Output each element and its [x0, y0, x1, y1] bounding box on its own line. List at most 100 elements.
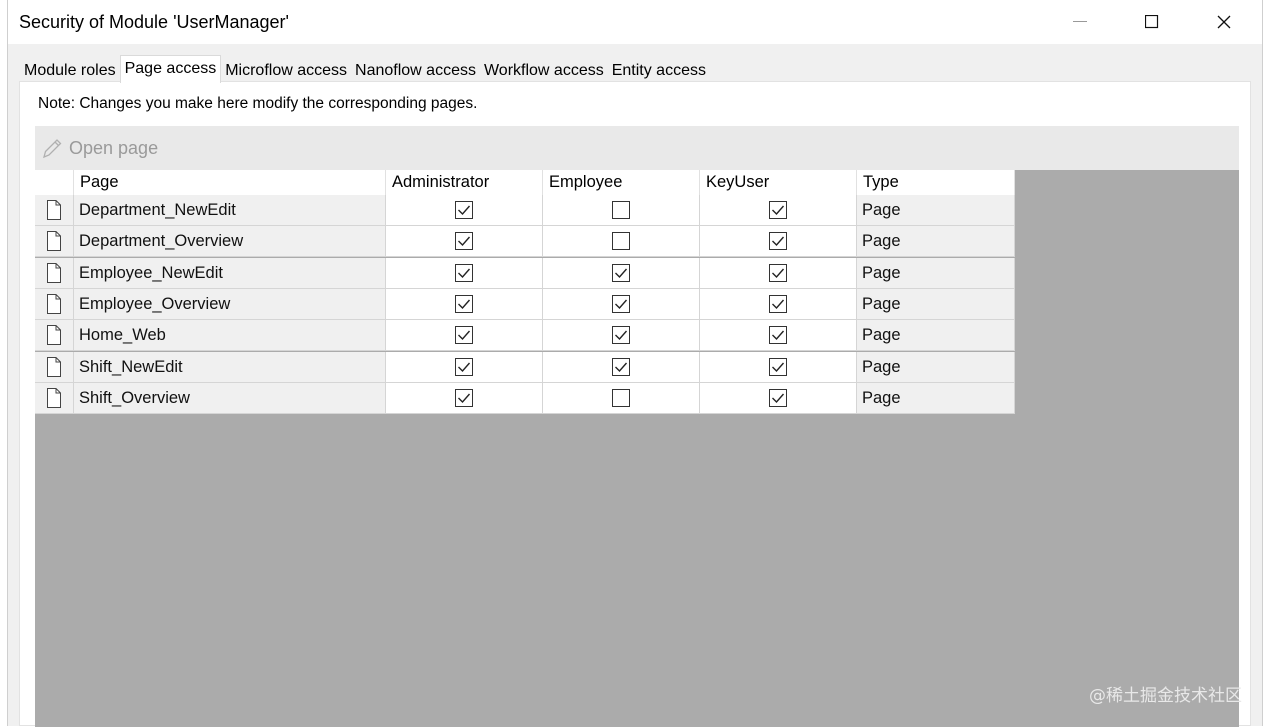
open-page-button[interactable]: Open page: [41, 134, 158, 162]
page-file-icon: [35, 320, 74, 352]
close-button[interactable]: [1194, 0, 1254, 44]
table-row[interactable]: Home_Web Page: [35, 320, 1015, 352]
employee-access-cell: [543, 288, 700, 320]
window-title: Security of Module 'UserManager': [19, 12, 289, 32]
column-header-page[interactable]: Page: [74, 170, 386, 195]
page-file-icon: [35, 382, 74, 414]
tab-strip: Module roles Page access Microflow access N…: [20, 54, 710, 83]
employee-checkbox[interactable]: [612, 388, 630, 407]
tab-page-access[interactable]: Page access: [119, 55, 222, 83]
maximize-icon: [1145, 15, 1159, 29]
administrator-checkbox[interactable]: [455, 357, 473, 376]
employee-checkbox[interactable]: [612, 326, 630, 345]
employee-checkbox[interactable]: [612, 294, 630, 313]
administrator-access-cell: [386, 257, 543, 289]
tab-nanoflow-access[interactable]: Nanoflow access: [351, 56, 480, 82]
keyuser-checkbox[interactable]: [769, 326, 787, 345]
employee-access-cell: [543, 320, 700, 352]
type-cell: Page: [857, 195, 1015, 226]
tab-entity-access[interactable]: Entity access: [608, 56, 710, 82]
watermark: @稀土掘金技术社区: [1089, 686, 1242, 706]
administrator-checkbox[interactable]: [455, 294, 473, 313]
employee-access-cell: [543, 382, 700, 414]
employee-checkbox[interactable]: [612, 357, 630, 376]
table-row[interactable]: Department_NewEdit Page: [35, 195, 1015, 226]
administrator-access-cell: [386, 351, 543, 383]
close-icon: [1217, 15, 1231, 29]
pencil-icon: [43, 139, 62, 159]
type-cell: Page: [857, 226, 1015, 258]
keyuser-access-cell: [700, 195, 857, 226]
table-row[interactable]: Shift_NewEdit Page: [35, 351, 1015, 383]
page-name-cell: Shift_Overview: [74, 382, 386, 414]
table-row[interactable]: Employee_NewEdit Page: [35, 257, 1015, 289]
page-file-icon: [35, 226, 74, 258]
keyuser-checkbox[interactable]: [769, 388, 787, 407]
note-text: Note: Changes you make here modify the c…: [38, 95, 478, 112]
table-row[interactable]: Employee_Overview Page: [35, 288, 1015, 320]
employee-checkbox[interactable]: [612, 201, 630, 219]
toolbar: Open page: [35, 126, 1239, 170]
administrator-checkbox[interactable]: [455, 232, 473, 251]
administrator-access-cell: [386, 288, 543, 320]
keyuser-access-cell: [700, 382, 857, 414]
tab-microflow-access[interactable]: Microflow access: [221, 56, 351, 82]
minimize-button[interactable]: [1050, 0, 1110, 44]
keyuser-checkbox[interactable]: [769, 357, 787, 376]
employee-access-cell: [543, 351, 700, 383]
maximize-button[interactable]: [1122, 0, 1182, 44]
type-cell: Page: [857, 288, 1015, 320]
keyuser-access-cell: [700, 351, 857, 383]
page-name-cell: Home_Web: [74, 320, 386, 352]
type-cell: Page: [857, 382, 1015, 414]
type-cell: Page: [857, 320, 1015, 352]
open-page-label: Open page: [69, 137, 159, 158]
keyuser-checkbox[interactable]: [769, 201, 787, 219]
page-file-icon: [35, 288, 74, 320]
administrator-checkbox[interactable]: [455, 326, 473, 345]
administrator-access-cell: [386, 320, 543, 352]
header-corner: [35, 170, 74, 195]
page-file-icon: [35, 351, 74, 383]
administrator-checkbox[interactable]: [455, 201, 473, 219]
employee-access-cell: [543, 195, 700, 226]
title-bar: Security of Module 'UserManager': [8, 0, 1262, 44]
tab-module-roles[interactable]: Module roles: [20, 56, 120, 82]
security-dialog: Security of Module 'UserManager' Module …: [7, 0, 1263, 727]
column-header-type[interactable]: Type: [857, 170, 1015, 195]
column-header-administrator[interactable]: Administrator: [386, 170, 543, 195]
table-row[interactable]: Shift_Overview Page: [35, 382, 1015, 414]
administrator-checkbox[interactable]: [455, 263, 473, 282]
page-name-cell: Department_Overview: [74, 226, 386, 258]
access-grid-area: Page Administrator Employee KeyUser Type Depa…: [35, 170, 1239, 727]
employee-checkbox[interactable]: [612, 232, 630, 251]
keyuser-access-cell: [700, 226, 857, 258]
keyuser-checkbox[interactable]: [769, 294, 787, 313]
page-name-cell: Shift_NewEdit: [74, 351, 386, 383]
type-cell: Page: [857, 351, 1015, 383]
page-name-cell: Employee_Overview: [74, 288, 386, 320]
page-file-icon: [35, 257, 74, 289]
page-access-panel: Note: Changes you make here modify the c…: [19, 81, 1251, 727]
type-cell: Page: [857, 257, 1015, 289]
page-name-cell: Employee_NewEdit: [74, 257, 386, 289]
employee-checkbox[interactable]: [612, 263, 630, 282]
keyuser-access-cell: [700, 257, 857, 289]
administrator-access-cell: [386, 382, 543, 414]
keyuser-access-cell: [700, 320, 857, 352]
employee-access-cell: [543, 257, 700, 289]
tab-workflow-access[interactable]: Workflow access: [480, 56, 608, 82]
page-file-icon: [35, 195, 74, 226]
keyuser-access-cell: [700, 288, 857, 320]
minimize-icon: [1073, 21, 1087, 22]
page-name-cell: Department_NewEdit: [74, 195, 386, 226]
administrator-checkbox[interactable]: [455, 388, 473, 407]
administrator-access-cell: [386, 226, 543, 258]
keyuser-checkbox[interactable]: [769, 232, 787, 251]
column-header-employee[interactable]: Employee: [543, 170, 700, 195]
employee-access-cell: [543, 226, 700, 258]
table-row[interactable]: Department_Overview Page: [35, 226, 1015, 258]
column-header-keyuser[interactable]: KeyUser: [700, 170, 857, 195]
administrator-access-cell: [386, 195, 543, 226]
keyuser-checkbox[interactable]: [769, 263, 787, 282]
